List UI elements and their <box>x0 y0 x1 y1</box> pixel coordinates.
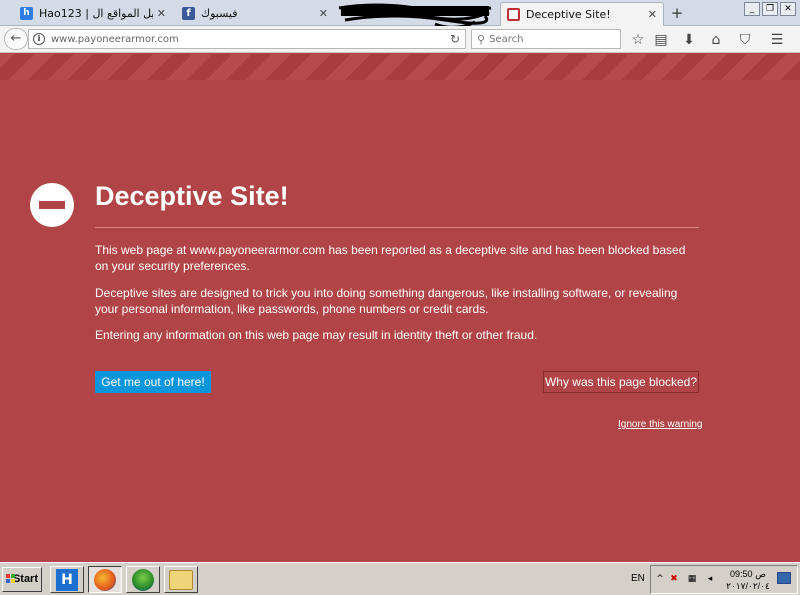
facebook-icon: f <box>182 6 195 20</box>
address-bar[interactable]: i www.payoneerarmor.com ↻ <box>28 29 466 49</box>
home-icon[interactable]: ⌂ <box>707 31 725 49</box>
new-tab-button[interactable]: + <box>668 4 686 22</box>
restore-icon[interactable]: ❐ <box>762 2 778 16</box>
window-controls: _ ❐ ✕ <box>744 2 796 16</box>
description-paragraph: Entering any information on this web pag… <box>95 328 538 342</box>
clock-date: ٢٠١٧/٠٢/٠٤ <box>726 581 770 591</box>
bookmark-star-icon[interactable]: ☆ <box>629 31 647 49</box>
network-error-icon[interactable]: ✖ <box>669 574 679 584</box>
close-icon[interactable]: ✕ <box>319 7 328 20</box>
firefox-icon <box>94 568 116 591</box>
tab-label: Deceptive Site! <box>526 8 611 21</box>
folder-icon <box>169 569 193 590</box>
start-button[interactable]: Start <box>2 567 42 592</box>
ignore-warning-link[interactable]: Ignore this warning <box>618 419 703 430</box>
reload-icon[interactable]: ↻ <box>445 32 465 46</box>
clock[interactable]: 09:50 ص ٢٠١٧/٠٢/٠٤ <box>726 568 770 592</box>
tab-facebook[interactable]: f فيسبوك ✕ <box>176 2 334 24</box>
app-h-icon: H <box>56 568 78 591</box>
globe-download-icon <box>132 568 154 591</box>
close-icon[interactable]: ✕ <box>157 7 166 20</box>
description-paragraph: Deceptive sites are designed to trick yo… <box>95 286 678 316</box>
hao123-icon: h <box>20 6 33 20</box>
download-icon[interactable]: ⬇ <box>680 31 698 49</box>
chevron-up-icon[interactable]: ^ <box>655 574 665 584</box>
url-text[interactable]: www.payoneerarmor.com <box>51 34 445 45</box>
title-divider <box>95 227 699 228</box>
warning-stripe <box>0 54 800 80</box>
network-icon[interactable]: ▦ <box>687 574 697 584</box>
windows-logo-icon <box>6 574 15 583</box>
pocket-icon[interactable]: ⛉ <box>736 31 754 49</box>
clock-time: 09:50 ص <box>730 569 766 579</box>
search-box[interactable]: ⚲ <box>471 29 621 49</box>
start-label: Start <box>12 573 38 585</box>
why-blocked-button[interactable]: Why was this page blocked? <box>543 371 699 393</box>
taskbar-app-icon[interactable]: H <box>50 566 84 593</box>
volume-icon[interactable]: ◂ <box>705 574 715 584</box>
search-input[interactable] <box>489 33 610 45</box>
warning-icon <box>507 8 520 21</box>
tab-hao123[interactable]: h Hao123 | دليل المواقع ال... ✕ <box>14 2 172 24</box>
page-title: Deceptive Site! <box>95 181 289 211</box>
taskbar-explorer[interactable] <box>164 566 198 593</box>
tab-deceptive-site[interactable]: Deceptive Site! ✕ <box>500 2 664 26</box>
info-icon[interactable]: i <box>33 33 45 45</box>
reading-list-icon[interactable]: ▤ <box>652 31 670 49</box>
taskbar: Start H EN ^ ✖ ▦ ◂ 09:50 ص ٢٠١٧/٠٢/٠٤ <box>0 562 800 595</box>
tab-strip: h Hao123 | دليل المواقع ال... ✕ f فيسبوك… <box>0 0 800 29</box>
show-desktop-icon[interactable] <box>777 572 791 584</box>
tab-label: فيسبوك <box>201 6 238 20</box>
taskbar-firefox[interactable] <box>88 566 122 593</box>
back-button[interactable]: ← <box>4 28 28 50</box>
language-indicator[interactable]: EN <box>631 573 645 584</box>
menu-icon[interactable]: ☰ <box>768 31 786 49</box>
taskbar-download-manager[interactable] <box>126 566 160 593</box>
tab-label: Hao123 | دليل المواقع ال... <box>39 6 153 20</box>
minimize-icon[interactable]: _ <box>744 2 760 16</box>
close-icon[interactable]: ✕ <box>648 8 657 21</box>
stop-sign-icon <box>30 183 74 227</box>
navigation-toolbar: ← i www.payoneerarmor.com ↻ ⚲ ☆ ▤ ⬇ ⌂ ⛉ … <box>0 26 800 53</box>
system-tray: ^ ✖ ▦ ◂ 09:50 ص ٢٠١٧/٠٢/٠٤ <box>650 565 798 594</box>
search-icon: ⚲ <box>477 32 486 46</box>
get-me-out-button[interactable]: Get me out of here! <box>95 371 211 393</box>
close-window-icon[interactable]: ✕ <box>780 2 796 16</box>
description-paragraph: This web page at www.payoneerarmor.com h… <box>95 243 686 273</box>
